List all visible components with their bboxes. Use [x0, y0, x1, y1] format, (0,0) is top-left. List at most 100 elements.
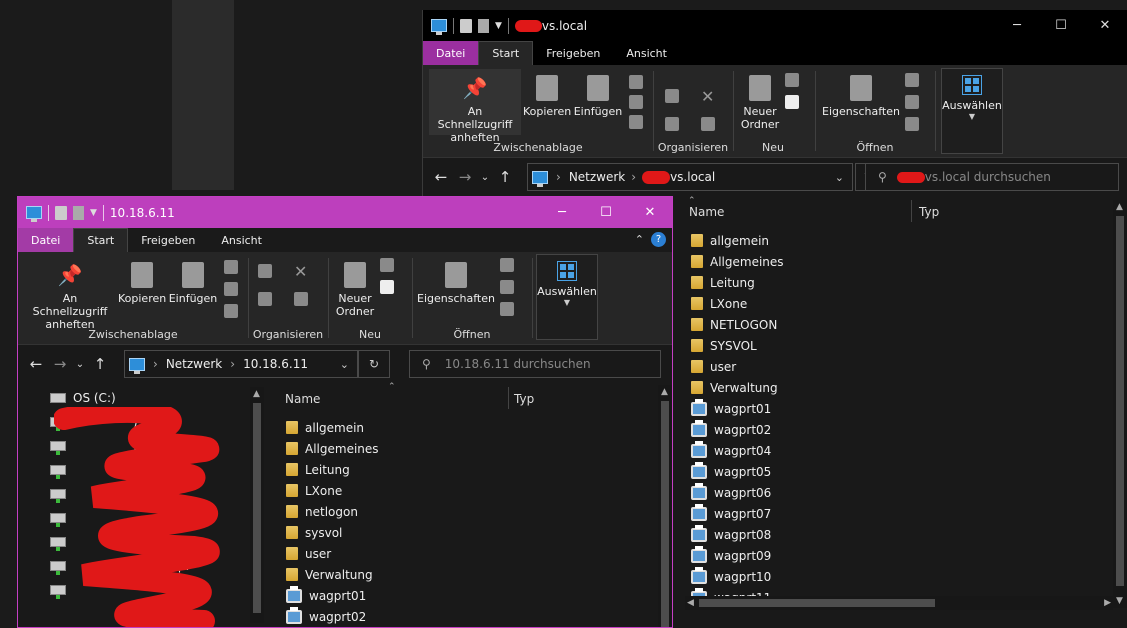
refresh-button[interactable]: ↻ [358, 350, 390, 378]
edit-icon[interactable] [905, 95, 919, 109]
delete-icon[interactable]: ✕ [701, 87, 714, 106]
tab-start[interactable]: Start [73, 228, 129, 252]
list-item[interactable]: netlogon [286, 501, 358, 522]
list-item[interactable]: Allgemeines [286, 438, 379, 459]
list-item[interactable]: SYSVOL [691, 335, 757, 356]
properties-quick-icon[interactable] [55, 205, 67, 220]
history-icon[interactable] [500, 302, 514, 316]
list-item[interactable]: Leitung [286, 459, 350, 480]
paste-shortcut-icon[interactable] [629, 115, 643, 129]
list-item[interactable]: Allgemeines [691, 251, 784, 272]
search-box[interactable]: ⚲ vs.local durchsuchen [865, 163, 1119, 191]
list-item[interactable]: wagprt04 [691, 440, 771, 461]
list-item[interactable]: LXone [286, 480, 342, 501]
collapse-ribbon-icon[interactable]: ⌃ [635, 233, 644, 246]
easy-access-icon[interactable] [380, 280, 394, 294]
list-item[interactable]: allgemein [286, 417, 364, 438]
title-bar[interactable]: ▼ vs.local ─ ☐ ✕ [423, 10, 1127, 41]
copy-path-icon[interactable] [224, 282, 238, 296]
maximize-button[interactable]: ☐ [584, 197, 628, 228]
list-item[interactable]: wagprt05 [691, 461, 771, 482]
select-button[interactable]: Auswählen ▼ [536, 254, 598, 340]
list-item[interactable]: wagprt09 [691, 545, 771, 566]
scrollbar-thumb[interactable] [1116, 216, 1124, 586]
open-icon[interactable] [905, 73, 919, 87]
scrollbar-thumb[interactable] [699, 599, 935, 607]
maximize-button[interactable]: ☐ [1039, 10, 1083, 41]
back-button[interactable]: ← [429, 168, 453, 186]
column-type[interactable]: Typ [514, 392, 534, 406]
list-item[interactable]: allgemein [691, 230, 769, 251]
scroll-down-icon[interactable]: ▼ [1116, 596, 1123, 606]
tab-freigeben[interactable]: Freigeben [128, 228, 208, 252]
recent-locations-button[interactable]: ⌄ [72, 359, 88, 370]
help-icon[interactable]: ? [651, 232, 666, 247]
tab-start[interactable]: Start [478, 41, 534, 65]
column-type[interactable]: Typ [919, 205, 939, 219]
copy-button[interactable]: Kopieren [523, 75, 571, 118]
vertical-scrollbar[interactable]: ▲ [658, 385, 672, 627]
horizontal-scrollbar[interactable]: ◀ ▶ [685, 596, 1113, 610]
column-name[interactable]: Name [689, 205, 724, 219]
paste-shortcut-icon[interactable] [224, 304, 238, 318]
scroll-left-icon[interactable]: ◀ [687, 598, 694, 608]
minimize-button[interactable]: ─ [540, 197, 584, 228]
scrollbar-thumb[interactable] [661, 401, 669, 627]
list-item[interactable]: Verwaltung [286, 564, 373, 585]
properties-button[interactable]: Eigenschaften [416, 262, 496, 305]
tab-ansicht[interactable]: Ansicht [208, 228, 275, 252]
open-icon[interactable] [500, 258, 514, 272]
list-item[interactable]: wagprt06 [691, 482, 771, 503]
list-item[interactable]: wagprt01 [691, 398, 771, 419]
paste-button[interactable]: Einfügen [168, 262, 218, 305]
chevron-down-icon[interactable]: ▼ [90, 208, 97, 218]
tab-ansicht[interactable]: Ansicht [613, 41, 680, 65]
history-icon[interactable] [905, 117, 919, 131]
close-button[interactable]: ✕ [1083, 10, 1127, 41]
list-item[interactable]: wagprt10 [691, 566, 771, 587]
minimize-button[interactable]: ─ [995, 10, 1039, 41]
new-folder-button[interactable]: Neuer Ordner [735, 75, 785, 131]
list-item[interactable]: NETLOGON [691, 314, 777, 335]
title-bar[interactable]: ▼ 10.18.6.11 ─ ☐ ✕ [18, 197, 672, 228]
recent-locations-button[interactable]: ⌄ [477, 172, 493, 183]
rename-icon[interactable] [701, 117, 715, 131]
move-to-icon[interactable] [665, 89, 679, 103]
cut-icon[interactable] [224, 260, 238, 274]
column-name[interactable]: Name [285, 392, 320, 406]
edit-icon[interactable] [500, 280, 514, 294]
list-item[interactable]: Verwaltung [691, 377, 778, 398]
list-item[interactable]: wagprt08 [691, 524, 771, 545]
list-item[interactable]: wagprt02 [691, 419, 771, 440]
delete-icon[interactable]: ✕ [294, 262, 307, 281]
pin-quick-access-button[interactable]: 📌 An Schnellzugriff anheften [24, 262, 116, 331]
up-button[interactable]: ↑ [88, 355, 112, 373]
chevron-down-icon[interactable]: ⌄ [340, 358, 349, 371]
back-button[interactable]: ← [24, 355, 48, 373]
scroll-up-icon[interactable]: ▲ [253, 389, 260, 399]
paste-button[interactable]: Einfügen [573, 75, 623, 118]
scroll-right-icon[interactable]: ▶ [1104, 598, 1111, 608]
list-item[interactable]: wagprt01 [286, 585, 366, 606]
copy-to-icon[interactable] [258, 292, 272, 306]
up-button[interactable]: ↑ [493, 168, 517, 186]
breadcrumb-network[interactable]: Netzwerk [166, 357, 222, 371]
search-box[interactable]: ⚲ 10.18.6.11 durchsuchen [409, 350, 661, 378]
chevron-down-icon[interactable]: ⌄ [835, 171, 844, 184]
move-to-icon[interactable] [258, 264, 272, 278]
new-folder-quick-icon[interactable] [478, 18, 489, 33]
list-item[interactable]: sysvol [286, 522, 342, 543]
list-item[interactable]: wagprt02 [286, 606, 366, 627]
easy-access-icon[interactable] [785, 95, 799, 109]
chevron-down-icon[interactable]: ▼ [495, 21, 502, 31]
address-bar[interactable]: › Netzwerk › 10.18.6.11 ⌄ [124, 350, 358, 378]
breadcrumb-network[interactable]: Netzwerk [569, 170, 625, 184]
scroll-up-icon[interactable]: ▲ [1116, 202, 1123, 212]
new-item-icon[interactable] [785, 73, 799, 87]
new-folder-button[interactable]: Neuer Ordner [330, 262, 380, 318]
select-button[interactable]: Auswählen ▼ [941, 68, 1003, 154]
new-item-icon[interactable] [380, 258, 394, 272]
list-item[interactable]: user [691, 356, 736, 377]
scrollbar-thumb[interactable] [253, 403, 261, 613]
close-button[interactable]: ✕ [628, 197, 672, 228]
